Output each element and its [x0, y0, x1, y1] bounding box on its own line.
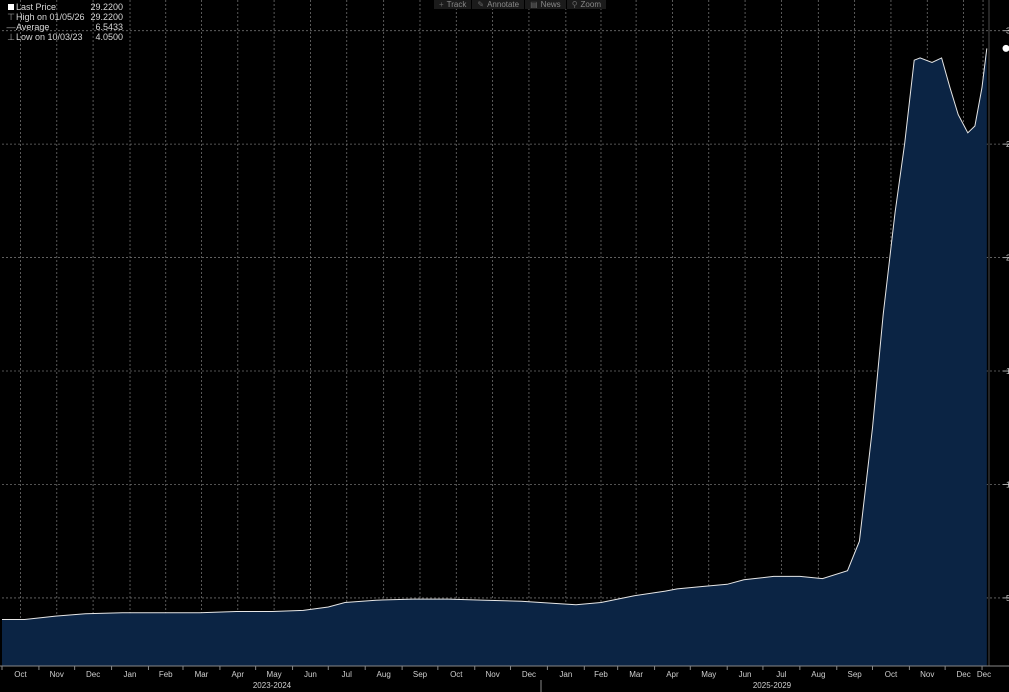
legend-value: 29.2200	[90, 12, 123, 22]
x-tick-label: Dec	[977, 670, 991, 679]
legend-label: Average	[16, 22, 50, 32]
legend-value: 29.2200	[90, 2, 123, 12]
zoom-label: Zoom	[580, 0, 601, 9]
x-tick-label: Mar	[629, 670, 643, 679]
x-tick-label: Feb	[159, 670, 173, 679]
news-icon: ▤	[530, 0, 538, 9]
x-tick-label: Oct	[885, 670, 898, 679]
x-tick-label: Jul	[342, 670, 352, 679]
legend-row-low: ⊥ Low on 10/03/23 4.0500	[6, 32, 123, 42]
legend-label: High on 01/05/26	[16, 12, 85, 22]
last-price-marker	[1002, 44, 1009, 52]
x-tick-label: Nov	[486, 670, 500, 679]
average-marker-icon: —	[6, 22, 16, 32]
legend-row-last-price: Last Price 29.2200	[6, 2, 123, 12]
x-tick-label: Sep	[848, 670, 863, 679]
x-tick-label: Apr	[232, 670, 245, 679]
pencil-icon: ✎	[477, 0, 485, 9]
x-tick-label: Oct	[450, 670, 463, 679]
track-label: Track	[446, 0, 467, 9]
zoom-button[interactable]: ⚲ Zoom	[566, 0, 607, 9]
high-marker-icon: ⊤	[7, 12, 15, 22]
price-chart: 511223 Oct Nov Dec Jan Feb Mar Apr May Jun Jul Aug…	[0, 0, 1009, 692]
news-button[interactable]: ▤ News	[525, 0, 567, 9]
x-tick-label: Feb	[594, 670, 608, 679]
x-tick-label: Nov	[50, 670, 64, 679]
x-tick-label: Jun	[304, 670, 317, 679]
x-tick-label: Aug	[811, 670, 825, 679]
year-label: 2025-2029	[753, 681, 792, 690]
legend-row-average: — Average 6.5433	[6, 22, 124, 32]
x-tick-label: Sep	[413, 670, 428, 679]
year-label: 2023-2024	[253, 681, 292, 690]
legend-value: 4.0500	[95, 32, 123, 42]
legend-label: Last Price	[16, 2, 57, 12]
legend-row-high: ⊤ High on 01/05/26 29.2200	[6, 12, 123, 22]
x-tick-label: Dec	[522, 670, 536, 679]
x-tick-label: Jan	[124, 670, 137, 679]
track-button[interactable]: + Track	[434, 0, 473, 9]
x-tick-label: Jan	[559, 670, 572, 679]
x-tick-label: Dec	[956, 670, 970, 679]
annotate-label: Annotate	[487, 0, 520, 9]
annotate-button[interactable]: ✎ Annotate	[472, 0, 526, 9]
square-marker-icon	[6, 2, 16, 12]
x-tick-label: Jun	[739, 670, 752, 679]
low-marker-icon: ⊥	[7, 32, 15, 42]
chart-toolbar: + Track ✎ Annotate ▤ News ⚲ Zoom	[434, 0, 607, 9]
price-line	[2, 48, 988, 620]
y-axis: 511223	[1003, 27, 1009, 603]
legend-value: 6.5433	[95, 22, 123, 32]
news-label: News	[540, 0, 561, 9]
magnifier-icon: ⚲	[571, 0, 578, 9]
x-tick-label: Mar	[195, 670, 209, 679]
crosshair-icon: +	[439, 0, 444, 9]
x-tick-label: May	[701, 670, 716, 679]
x-tick-label: Oct	[14, 670, 27, 679]
x-tick-label: Nov	[920, 670, 934, 679]
legend-label: Low on 10/03/23	[16, 32, 83, 42]
x-tick-label: Aug	[377, 670, 391, 679]
chart-legend: Last Price 29.2200 ⊤ High on 01/05/26 29…	[6, 2, 124, 42]
x-tick-label: Dec	[86, 670, 100, 679]
x-tick-label: Jul	[776, 670, 786, 679]
x-axis: Oct Nov Dec Jan Feb Mar Apr May Jun Jul Aug Sep Oct N…	[0, 665, 1009, 692]
x-tick-label: Apr	[666, 670, 679, 679]
x-tick-label: May	[267, 670, 282, 679]
